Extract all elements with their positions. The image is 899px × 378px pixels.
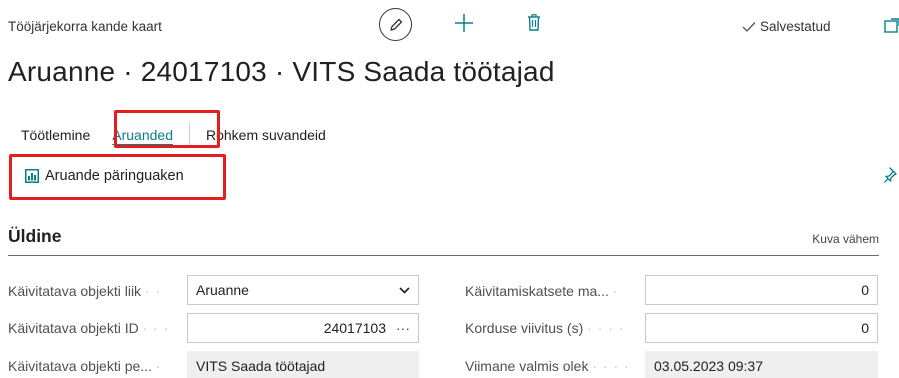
max-attempts-field[interactable]: 0 [645,275,878,305]
tab-processing[interactable]: Töötlemine [21,127,90,143]
save-status: Salvestatud [742,19,831,34]
request-page-label: Aruande päringuaken [45,168,184,184]
chevron-down-icon [399,286,410,294]
add-icon[interactable] [453,12,475,34]
rerun-delay-field[interactable]: 0 [645,313,878,343]
object-id-value: 24017103 [323,320,386,336]
object-caption-field: VITS Saada töötajad [187,351,419,378]
page-title: Aruanne · 24017103 · VITS Saada töötajad [8,56,555,87]
highlight-box-reports-tab [114,110,220,148]
save-status-label: Salvestatud [760,19,831,34]
show-less-link[interactable]: Kuva vähem [812,232,879,246]
object-id-field[interactable]: 24017103 ··· [187,313,419,343]
object-type-select[interactable]: Aruanne [187,275,419,305]
tab-more-options[interactable]: Rohkem suvandeid [206,127,326,143]
edit-icon [389,18,402,31]
max-attempts-value: 0 [861,282,869,298]
field-label-max-attempts: Käivitamiskatsete ma... · [465,283,619,299]
object-caption-value: VITS Saada töötajad [196,358,326,374]
field-label-object-id: Käivitatava objekti ID · · · [8,320,170,336]
delete-icon[interactable] [527,14,541,31]
rerun-delay-value: 0 [861,320,869,336]
popout-icon[interactable] [884,18,899,33]
checkmark-icon [742,21,756,32]
section-title: Üldine [8,226,62,246]
last-ready-state-field: 03.05.2023 09:37 [645,351,878,378]
breadcrumb: Tööjärjekorra kande kaart [8,19,162,34]
request-page-button[interactable]: Aruande päringuaken [25,168,184,184]
pin-icon[interactable] [884,166,899,184]
field-label-rerun-delay: Korduse viivitus (s) · · · · [465,320,625,336]
field-label-object-type: Käivitatava objekti liik · · [8,283,162,299]
field-label-object-caption: Käivitatava objekti pe... · [8,358,162,374]
lookup-ellipsis-button[interactable]: ··· [396,320,410,336]
field-label-last-ready-state: Viimane valmis olek · · · · [465,358,630,374]
object-type-value: Aruanne [196,282,249,298]
edit-button[interactable] [379,8,412,41]
last-ready-state-value: 03.05.2023 09:37 [654,358,763,374]
section-divider [8,255,879,256]
report-icon [25,169,39,183]
